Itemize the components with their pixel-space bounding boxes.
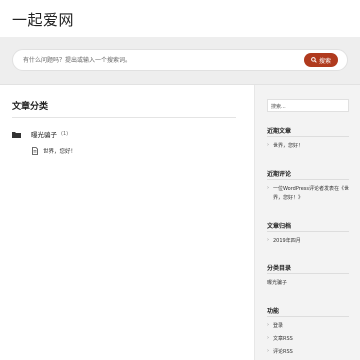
chevron-right-icon: › (267, 322, 269, 328)
sidebar-item-comments-rss[interactable]: › 评论RSS (267, 348, 349, 357)
search-icon (311, 57, 317, 63)
widget-title-meta: 功能 (267, 308, 280, 315)
search-placeholder: 有什么问题吗？提出或输入一个搜索词。 (23, 57, 132, 64)
category-item[interactable]: 曝光骗子 (1) (12, 129, 68, 139)
search-input[interactable]: 有什么问题吗？提出或输入一个搜索词。 搜索 (12, 49, 348, 71)
category-name[interactable]: 曝光骗子 (31, 129, 57, 139)
divider (267, 231, 349, 232)
sidebar-item-posts-rss[interactable]: › 文章RSS (267, 335, 349, 344)
chevron-right-icon: › (267, 348, 269, 354)
sidebar-item-login[interactable]: › 登录 (267, 322, 349, 331)
folder-icon (12, 131, 21, 138)
search-button-label: 搜索 (318, 57, 331, 65)
widget-title-archives: 文章归档 (267, 223, 292, 230)
search-button[interactable]: 搜索 (304, 53, 338, 67)
divider (267, 179, 349, 180)
page-title: 文章分类 (12, 102, 49, 112)
chevron-right-icon: › (267, 237, 269, 243)
divider (267, 136, 349, 137)
site-header: 一起爱网 (0, 0, 360, 37)
chevron-right-icon: › (267, 185, 269, 191)
sidebar-search-input[interactable]: 搜索... (267, 99, 349, 112)
sidebar-item-category[interactable]: 曝光骗子 (267, 279, 343, 288)
chevron-right-icon: › (267, 335, 269, 341)
divider (12, 117, 236, 118)
main-content: 文章分类 曝光骗子 (1) 世界，您好！ (0, 85, 254, 360)
chevron-right-icon: › (267, 142, 269, 148)
category-count: (1) (61, 131, 69, 137)
search-band: 有什么问题吗？提出或输入一个搜索词。 搜索 (0, 37, 360, 85)
post-item[interactable]: 世界，您好！ (32, 147, 76, 155)
widget-title-recent-comments: 近期评论 (267, 171, 292, 178)
divider (267, 316, 349, 317)
sidebar: 搜索... 近期文章 › 世界，您好！ 近期评论 › 一位WordPress评论… (254, 85, 360, 360)
sidebar-item-recent-post[interactable]: › 世界，您好！ (267, 142, 349, 151)
document-icon (32, 147, 38, 155)
sidebar-search-placeholder: 搜索... (271, 104, 286, 110)
widget-title-categories: 分类目录 (267, 265, 292, 272)
divider (267, 273, 349, 274)
post-link[interactable]: 世界，您好！ (43, 147, 76, 155)
sidebar-item-recent-comment[interactable]: › 一位WordPress评论者发表在《世界，您好！》 (267, 185, 349, 203)
sidebar-item-archive[interactable]: › 2019年四月 (267, 237, 349, 246)
site-title[interactable]: 一起爱网 (12, 9, 74, 30)
widget-title-recent-posts: 近期文章 (267, 128, 292, 135)
